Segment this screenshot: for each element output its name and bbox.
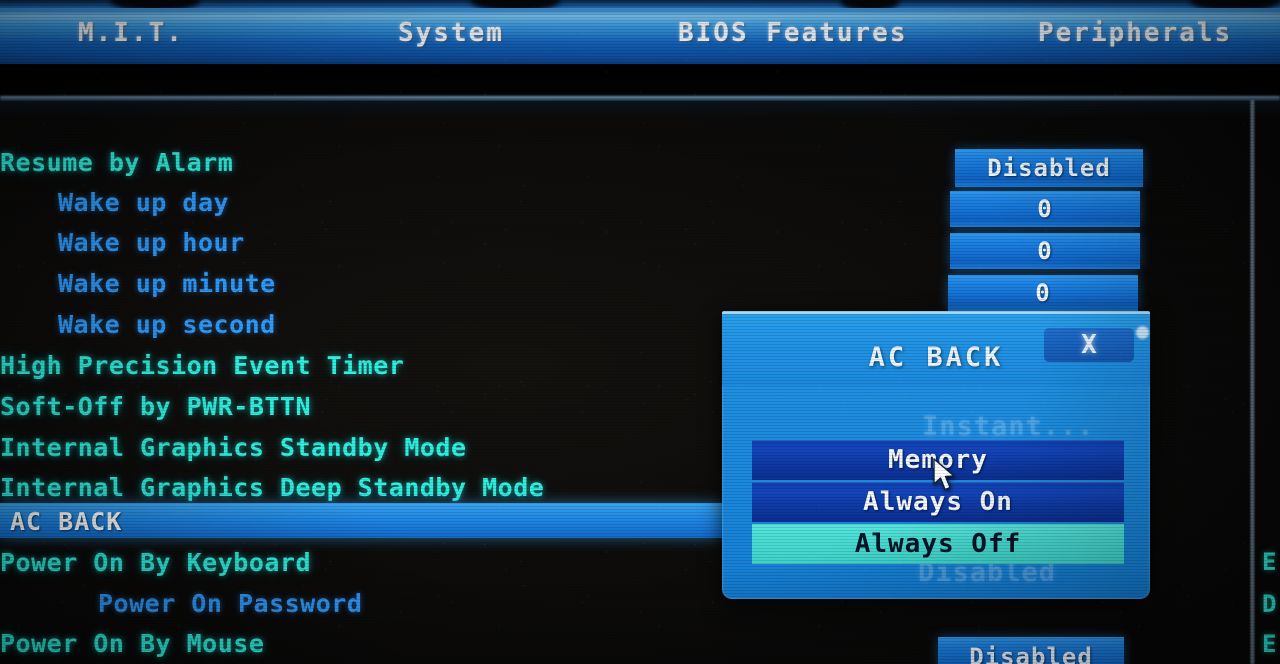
close-icon[interactable]: X xyxy=(1044,328,1134,362)
setting-label: Wake up second xyxy=(58,309,276,339)
setting-label: Wake up minute xyxy=(58,268,276,298)
value-box-wake-up-minute[interactable]: 0 xyxy=(948,275,1138,311)
clipped-edge-glyph: E xyxy=(1262,548,1277,576)
bios-screen: M.I.T. System BIOS Features Peripherals … xyxy=(0,0,1280,664)
tab-peripherals[interactable]: Peripherals xyxy=(1038,18,1232,48)
dialog-option-always-off[interactable]: Always Off xyxy=(752,524,1124,564)
main-navbar: M.I.T. System BIOS Features Peripherals xyxy=(0,8,1280,64)
setting-label: Wake up hour xyxy=(58,227,245,257)
value-box-power-on-by-mouse[interactable]: Disabled xyxy=(938,637,1124,664)
content-divider-shade xyxy=(0,101,1280,117)
clipped-edge-glyph: E xyxy=(1262,630,1277,658)
navbar-shadow xyxy=(0,64,1280,98)
setting-label: Internal Graphics Standby Mode xyxy=(0,432,467,462)
setting-label: High Precision Event Timer xyxy=(0,350,405,380)
setting-row-wake-up-hour[interactable]: Wake up hour xyxy=(0,222,930,262)
setting-row-wake-up-day[interactable]: Wake up day xyxy=(0,182,930,222)
setting-label: Power On By Keyboard xyxy=(0,547,312,577)
setting-label: Power On Password xyxy=(98,588,363,618)
value-box-wake-up-hour[interactable]: 0 xyxy=(950,233,1140,269)
value-box-resume-by-alarm[interactable]: Disabled xyxy=(955,149,1143,187)
setting-row-wake-up-minute[interactable]: Wake up minute xyxy=(0,263,930,303)
monitor-right-bezel xyxy=(1250,100,1255,664)
selected-row-label: AC BACK xyxy=(10,507,123,536)
ac-back-dialog: AC BACK X Instant... Disabled Memory Alw… xyxy=(722,311,1150,599)
tab-system[interactable]: System xyxy=(398,18,504,48)
setting-label: Power On By Mouse xyxy=(0,628,265,658)
tab-bios-features[interactable]: BIOS Features xyxy=(678,18,908,48)
setting-label: Resume by Alarm xyxy=(0,147,234,177)
setting-row-power-on-by-mouse[interactable]: Power On By Mouse xyxy=(0,623,930,663)
dialog-option-memory[interactable]: Memory xyxy=(752,440,1124,480)
setting-label: Internal Graphics Deep Standby Mode xyxy=(0,472,545,502)
tab-mit[interactable]: M.I.T. xyxy=(78,18,184,48)
setting-label: Soft-Off by PWR-BTTN xyxy=(0,391,312,421)
value-box-wake-up-day[interactable]: 0 xyxy=(950,191,1140,227)
dialog-corner-highlight xyxy=(1136,326,1149,339)
setting-row-resume-by-alarm[interactable]: Resume by Alarm xyxy=(0,142,930,182)
clipped-edge-glyph: D xyxy=(1262,590,1277,618)
setting-label: Wake up day xyxy=(58,187,230,217)
ghost-text-instant: Instant... xyxy=(922,411,1095,442)
dialog-option-always-on[interactable]: Always On xyxy=(752,482,1124,522)
